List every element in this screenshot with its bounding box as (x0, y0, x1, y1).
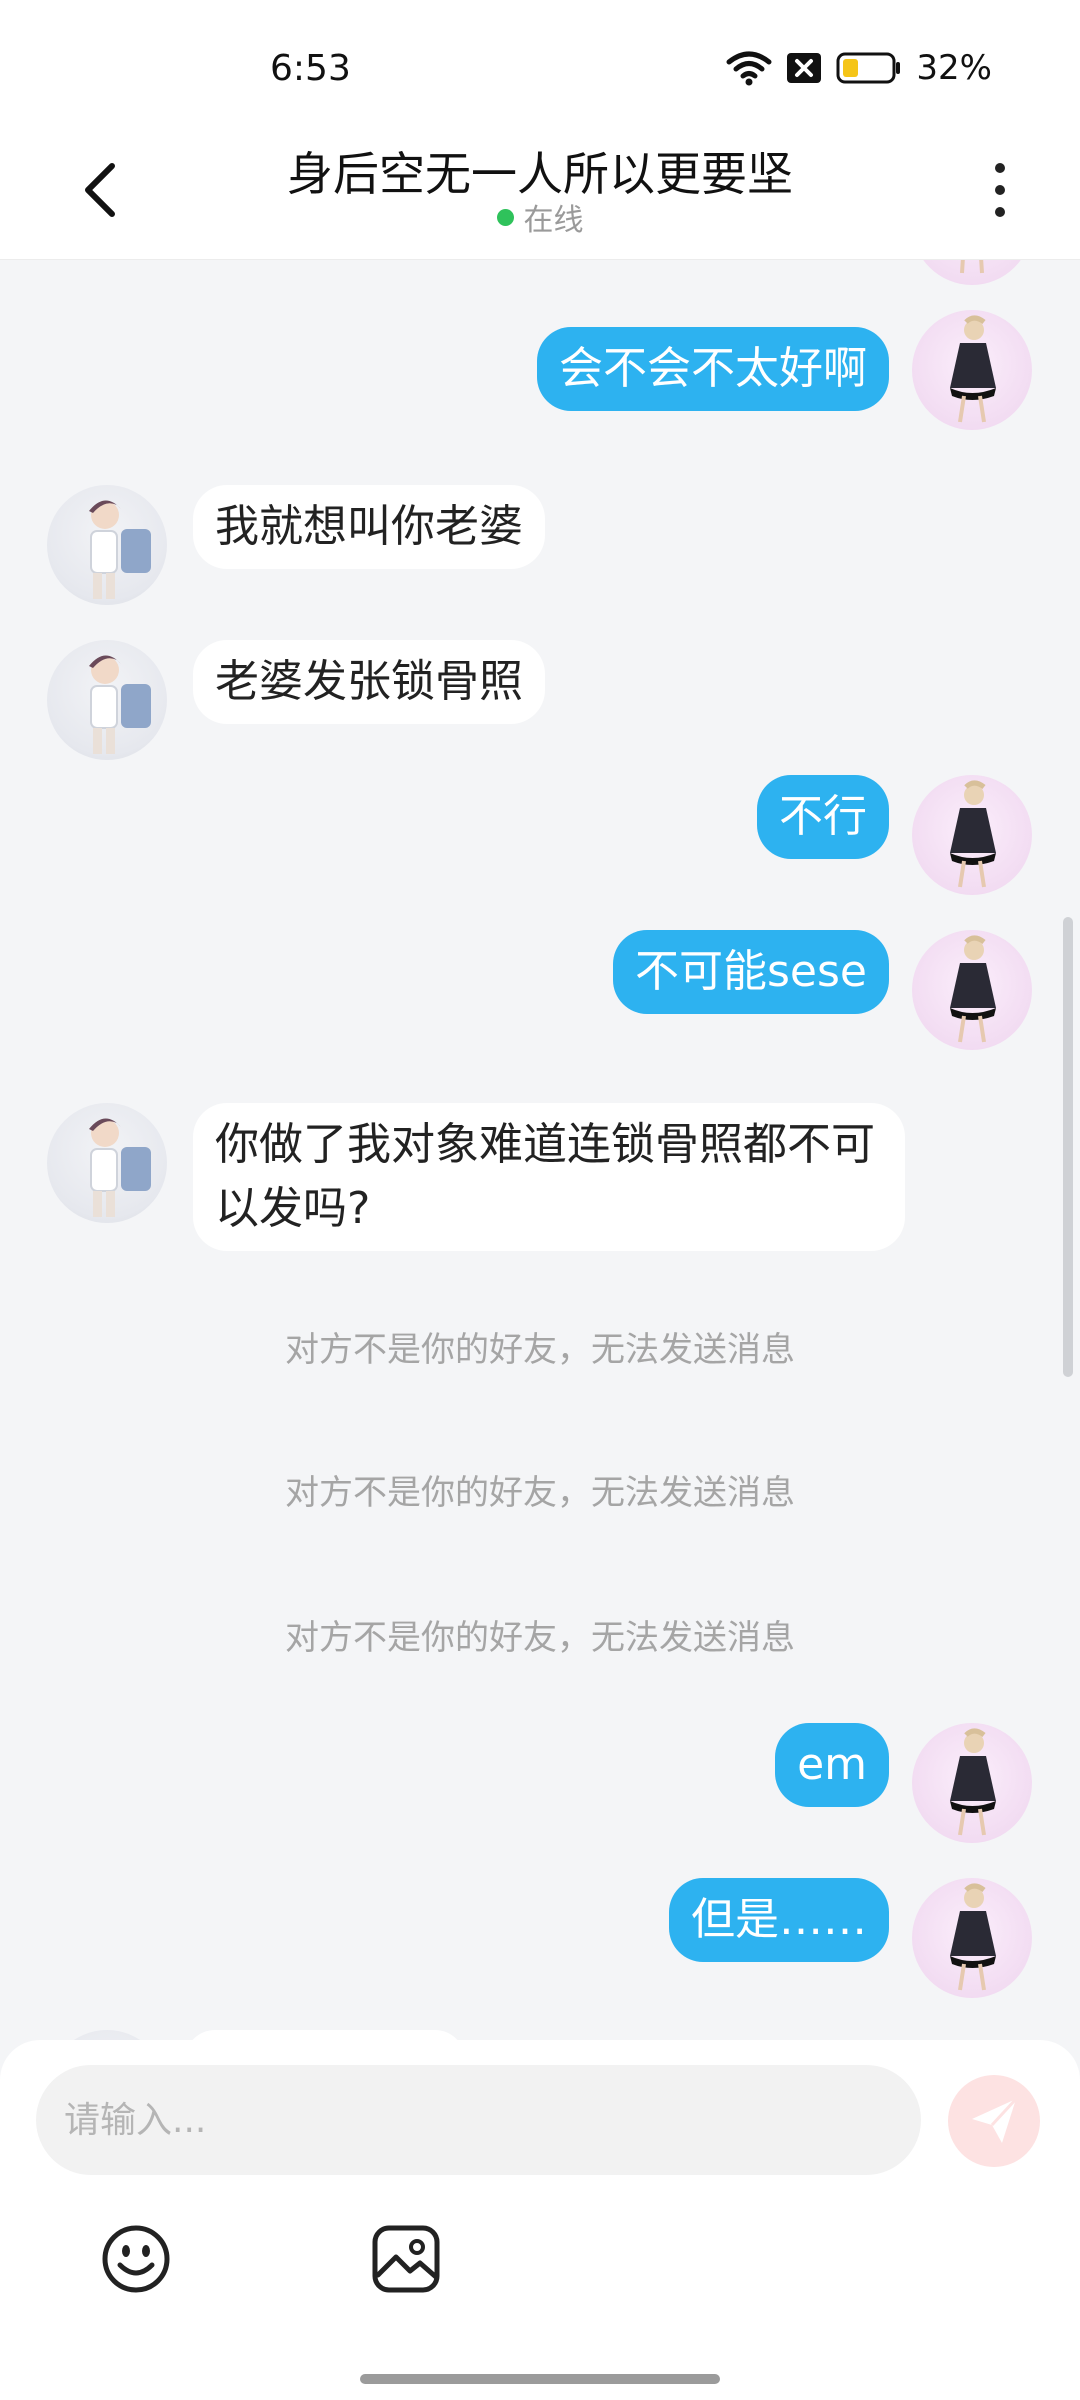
outgoing-message[interactable]: 不可能sese (613, 930, 889, 1014)
my-avatar[interactable] (912, 1878, 1032, 1998)
outgoing-message[interactable]: 不行 (757, 775, 889, 859)
send-button[interactable] (948, 2075, 1040, 2167)
girl-avatar-icon (950, 780, 996, 888)
girl-avatar-icon (950, 315, 996, 423)
system-notice: 对方不是你的好友，无法发送消息 (285, 1330, 795, 1370)
girl-avatar-icon (950, 1728, 996, 1836)
message-list[interactable]: 会不会不太好啊 我就想叫你老婆 老婆发张锁骨照 不行 不可能sese 你做了我对… (0, 260, 1080, 2040)
wifi-icon (726, 50, 772, 86)
battery-percent: 32% (916, 48, 992, 88)
more-dot-icon (995, 163, 1005, 173)
sim-off-icon (786, 52, 822, 84)
emoji-icon (102, 2225, 170, 2293)
contact-avatar[interactable] (47, 485, 167, 605)
system-notice: 对方不是你的好友，无法发送消息 (285, 1618, 795, 1658)
boy-avatar-icon (89, 500, 151, 599)
contact-avatar[interactable] (47, 2030, 167, 2040)
contact-avatar[interactable] (47, 640, 167, 760)
status-time: 6:53 (270, 48, 351, 89)
my-avatar[interactable] (912, 930, 1032, 1050)
system-notice: 对方不是你的好友，无法发送消息 (285, 1473, 795, 1513)
my-avatar[interactable] (912, 260, 1032, 285)
outgoing-message[interactable]: em (775, 1723, 889, 1807)
contact-avatar[interactable] (47, 1103, 167, 1223)
boy-avatar-icon (89, 655, 151, 754)
more-dot-icon (995, 185, 1005, 195)
girl-avatar-icon (950, 935, 996, 1043)
emoji-button[interactable] (100, 2223, 172, 2295)
incoming-message-partial[interactable] (185, 2030, 465, 2040)
incoming-message[interactable]: 你做了我对象难道连锁骨照都不可以发吗? (193, 1103, 905, 1251)
chat-header: 身后空无一人所以更要坚 在线 (0, 135, 1080, 260)
online-status-text: 在线 (523, 203, 584, 238)
more-menu-button[interactable] (980, 155, 1020, 225)
status-bar: 6:53 32% (0, 0, 1080, 135)
incoming-message[interactable]: 老婆发张锁骨照 (193, 640, 545, 724)
message-composer (0, 2040, 1080, 2400)
girl-avatar-icon (950, 1883, 996, 1991)
status-icons: 32% (726, 46, 992, 90)
scrollbar[interactable] (1063, 917, 1073, 1377)
my-avatar[interactable] (912, 775, 1032, 895)
online-dot-icon (496, 208, 514, 226)
image-icon (372, 2225, 440, 2293)
more-dot-icon (995, 207, 1005, 217)
outgoing-message[interactable]: 但是…… (669, 1878, 889, 1962)
image-button[interactable] (370, 2223, 442, 2295)
outgoing-message[interactable]: 会不会不太好啊 (537, 327, 889, 411)
send-icon (972, 2097, 1018, 2143)
girl-avatar-icon (960, 260, 984, 274)
home-indicator[interactable] (360, 2374, 720, 2384)
online-status: 在线 (0, 195, 1080, 239)
my-avatar[interactable] (912, 1723, 1032, 1843)
my-avatar[interactable] (912, 310, 1032, 430)
boy-avatar-icon (89, 1118, 151, 1217)
battery-icon (836, 52, 902, 84)
message-input[interactable] (36, 2065, 921, 2175)
incoming-message[interactable]: 我就想叫你老婆 (193, 485, 545, 569)
message-input-wrapper[interactable] (36, 2065, 921, 2175)
